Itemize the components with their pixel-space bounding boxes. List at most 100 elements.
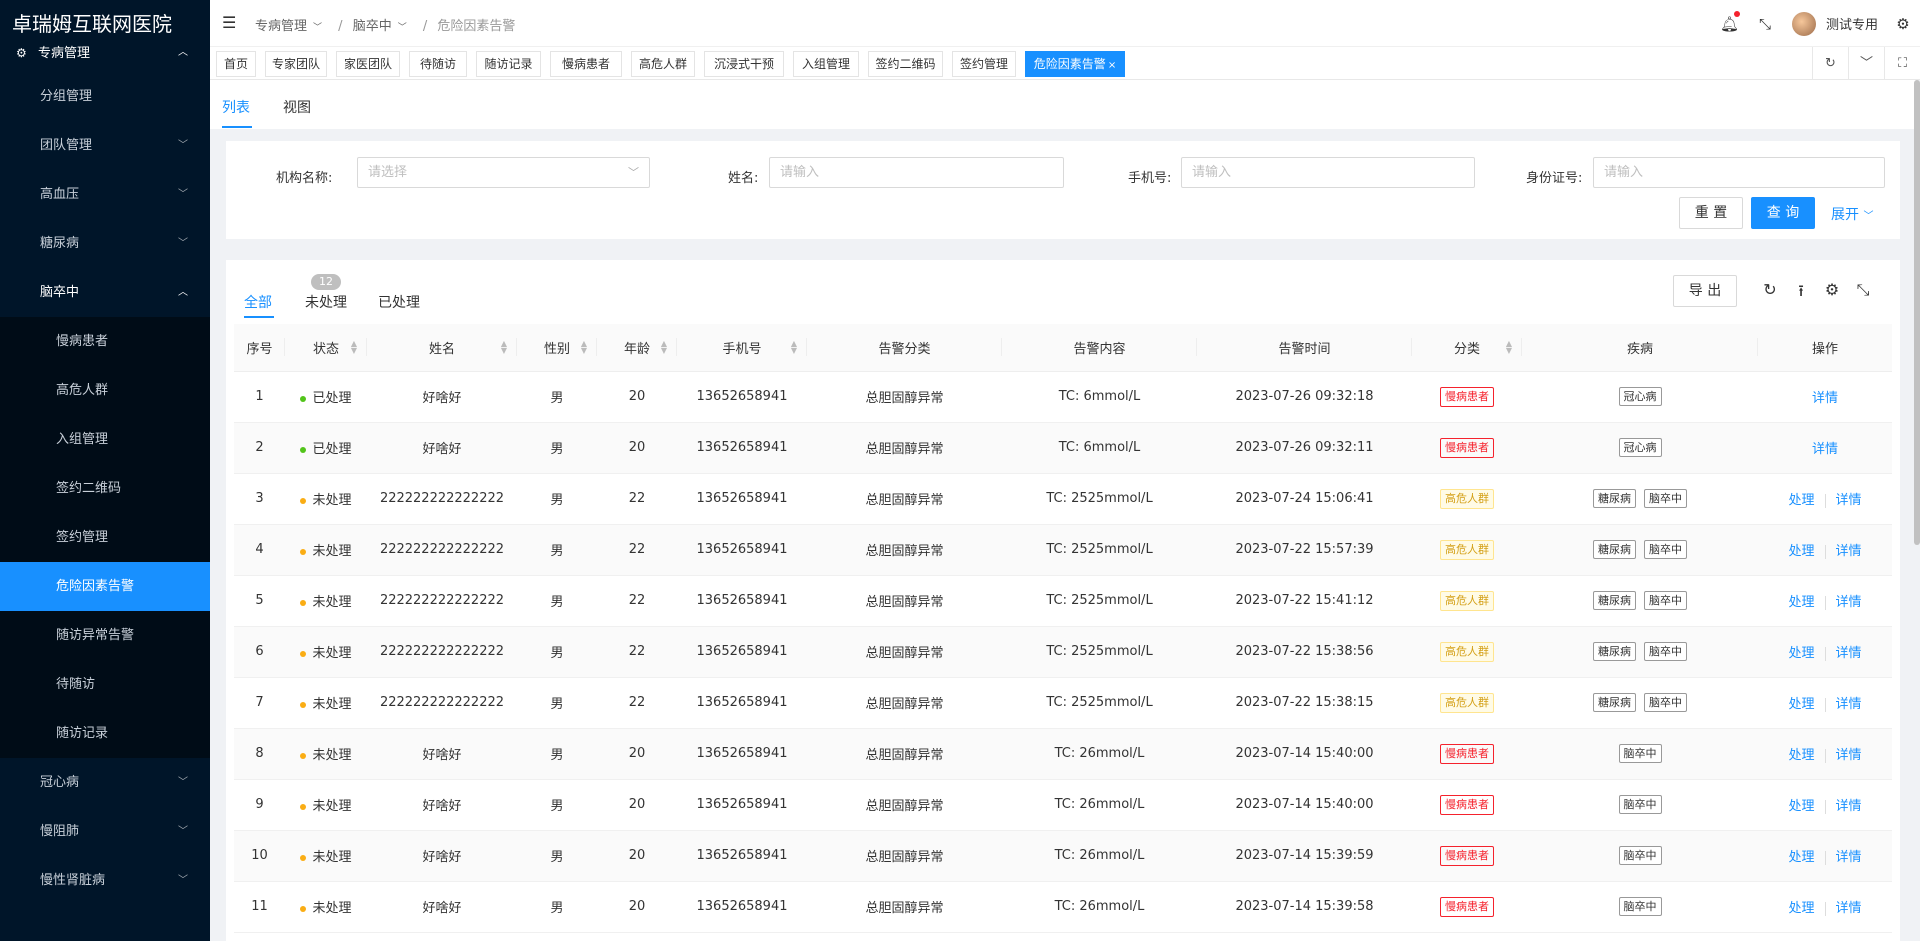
- column-header[interactable]: 手机号 ▲ ▼: [677, 324, 807, 372]
- detail-link[interactable]: 详情: [1836, 646, 1862, 661]
- column-header[interactable]: 性别 ▲ ▼: [517, 324, 597, 372]
- page-tab[interactable]: 家医团队: [336, 51, 400, 77]
- export-button[interactable]: 导 出: [1673, 275, 1737, 307]
- process-link[interactable]: 处理: [1788, 799, 1814, 814]
- expand-link[interactable]: 展开 ﹀: [1831, 204, 1873, 224]
- breadcrumb-item[interactable]: 脑卒中: [353, 19, 392, 34]
- detail-link[interactable]: 详情: [1836, 697, 1862, 712]
- setting-icon[interactable]: ⚙: [1822, 280, 1842, 299]
- page-tab[interactable]: 随访记录: [476, 51, 541, 77]
- detail-link[interactable]: 详情: [1836, 493, 1862, 508]
- org-select[interactable]: 请选择 ﹀: [357, 157, 650, 188]
- page-tab[interactable]: 慢病患者: [550, 51, 622, 77]
- tab-view[interactable]: 视图: [283, 97, 311, 117]
- detail-link[interactable]: 详情: [1836, 748, 1862, 763]
- column-header[interactable]: 分类 ▲ ▼: [1412, 324, 1522, 372]
- status-tab-pending[interactable]: 未处理: [305, 292, 347, 312]
- page-tab[interactable]: 入组管理: [793, 51, 859, 77]
- gear-icon[interactable]: ⚙: [1894, 15, 1912, 33]
- fullscreen-icon[interactable]: ⤡: [1853, 280, 1873, 300]
- process-link[interactable]: 处理: [1788, 697, 1814, 712]
- sidebar-item-label: 入组管理: [56, 432, 109, 447]
- process-link[interactable]: 处理: [1788, 493, 1814, 508]
- fullscreen-icon[interactable]: ⤡: [1756, 15, 1774, 33]
- detail-link[interactable]: 详情: [1836, 850, 1862, 865]
- status-text: 已处理: [312, 442, 352, 457]
- status-tab-done[interactable]: 已处理: [378, 292, 420, 312]
- name-input[interactable]: 请输入: [769, 157, 1064, 188]
- sidebar-item[interactable]: 慢性肾脏病 ﹀: [0, 856, 210, 905]
- sidebar-item[interactable]: 分组管理: [0, 72, 210, 121]
- detail-link[interactable]: 详情: [1812, 391, 1838, 406]
- process-link[interactable]: 处理: [1788, 646, 1814, 661]
- sort-icon[interactable]: ▲ ▼: [1506, 340, 1512, 355]
- sidebar-item[interactable]: 脑卒中 ︿: [0, 268, 210, 317]
- username[interactable]: 测试专用: [1826, 14, 1878, 33]
- breadcrumb-item[interactable]: 专病管理: [255, 19, 307, 34]
- sidebar-item[interactable]: 随访记录: [0, 709, 210, 758]
- id-card-input[interactable]: 请输入: [1593, 157, 1885, 188]
- page-tab[interactable]: 危险因素告警 ×: [1025, 51, 1125, 77]
- maximize-icon[interactable]: ⛶: [1884, 47, 1920, 80]
- process-link[interactable]: 处理: [1788, 850, 1814, 865]
- page-tab[interactable]: 高危人群: [631, 51, 695, 77]
- disease-tag: 冠心病: [1618, 387, 1662, 406]
- sort-icon[interactable]: ▲ ▼: [351, 340, 357, 355]
- sidebar-item[interactable]: 冠心病 ﹀: [0, 758, 210, 807]
- tab-list[interactable]: 列表: [222, 97, 250, 117]
- page-tab[interactable]: 待随访: [409, 51, 467, 77]
- status-dot: [300, 395, 307, 402]
- sidebar-item[interactable]: 入组管理: [0, 415, 210, 464]
- sidebar-item[interactable]: 危险因素告警: [0, 562, 210, 611]
- close-icon[interactable]: ×: [1108, 60, 1116, 71]
- type-badge: 高危人群: [1440, 539, 1494, 560]
- column-header[interactable]: 姓名 ▲ ▼: [367, 324, 517, 372]
- sidebar-item[interactable]: 签约管理: [0, 513, 210, 562]
- avatar[interactable]: [1791, 11, 1816, 36]
- sidebar-item[interactable]: 签约二维码: [0, 464, 210, 513]
- sidebar-item[interactable]: 慢阻肺 ﹀: [0, 807, 210, 856]
- detail-link[interactable]: 详情: [1836, 901, 1862, 916]
- detail-link[interactable]: 详情: [1836, 595, 1862, 610]
- sidebar-item[interactable]: 待随访: [0, 660, 210, 709]
- sidebar-item[interactable]: 糖尿病 ﹀: [0, 219, 210, 268]
- patient-age: 22: [628, 644, 646, 659]
- refresh-icon[interactable]: ↻: [1812, 47, 1848, 80]
- sort-icon[interactable]: ▲ ▼: [501, 340, 507, 355]
- phone-input[interactable]: 请输入: [1181, 157, 1475, 188]
- sidebar-item[interactable]: 随访异常告警: [0, 611, 210, 660]
- row-number-cell: 8: [234, 728, 285, 780]
- sort-icon[interactable]: ▲ ▼: [791, 340, 797, 355]
- status-tab-all[interactable]: 全部: [244, 292, 272, 312]
- process-link[interactable]: 处理: [1788, 595, 1814, 610]
- bell-icon[interactable]: 🔔︎: [1720, 10, 1740, 33]
- sidebar-item[interactable]: 团队管理 ﹀: [0, 121, 210, 170]
- sidebar-item[interactable]: 慢病患者: [0, 317, 210, 366]
- reset-button[interactable]: 重 置: [1679, 197, 1743, 229]
- sort-icon[interactable]: ▲ ▼: [581, 340, 587, 355]
- detail-link[interactable]: 详情: [1836, 544, 1862, 559]
- page-scrollbar[interactable]: [1914, 80, 1920, 545]
- process-link[interactable]: 处理: [1788, 544, 1814, 559]
- menu-fold-icon[interactable]: ☰: [222, 13, 236, 32]
- column-header[interactable]: 年龄 ▲ ▼: [597, 324, 677, 372]
- process-link[interactable]: 处理: [1788, 748, 1814, 763]
- chevron-down-icon[interactable]: ﹀: [1848, 47, 1884, 80]
- page-tab[interactable]: 签约二维码: [868, 51, 943, 77]
- sidebar-group-disease-mgmt[interactable]: ⚙ 专病管理 ︿: [0, 44, 210, 72]
- page-tab[interactable]: 专家团队: [265, 51, 327, 77]
- detail-link[interactable]: 详情: [1836, 799, 1862, 814]
- page-tab[interactable]: 首页: [216, 51, 256, 77]
- column-header[interactable]: 状态 ▲ ▼: [285, 324, 367, 372]
- refresh-icon[interactable]: ↻: [1760, 280, 1780, 299]
- page-tab[interactable]: 签约管理: [952, 51, 1016, 77]
- sidebar-item[interactable]: 高血压 ﹀: [0, 170, 210, 219]
- column-height-icon[interactable]: ⭱: [1791, 280, 1811, 307]
- detail-link[interactable]: 详情: [1812, 442, 1838, 457]
- process-link[interactable]: 处理: [1788, 901, 1814, 916]
- sidebar-item[interactable]: 高危人群: [0, 366, 210, 415]
- query-button[interactable]: 查 询: [1751, 197, 1815, 229]
- chevron-down-icon: ﹀: [313, 23, 323, 33]
- sort-icon[interactable]: ▲ ▼: [661, 340, 667, 355]
- page-tab[interactable]: 沉浸式干预: [704, 51, 784, 77]
